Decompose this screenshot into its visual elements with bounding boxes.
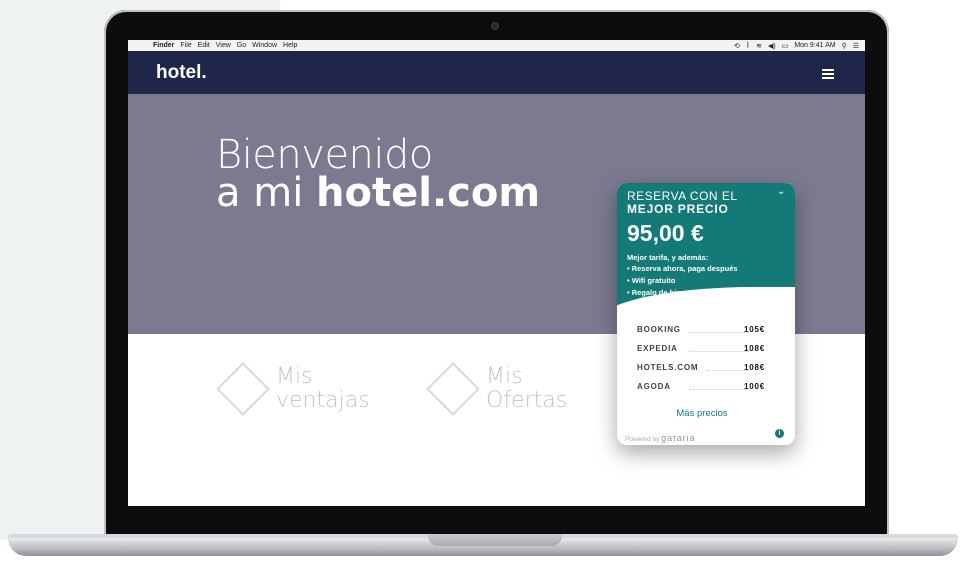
price-comparison-widget: RESERVA CON EL MEJOR PRECIO ⌄ 95,00 € Me…: [617, 183, 795, 445]
menu-edit[interactable]: Edit: [198, 42, 210, 49]
hero-title-bold: hotel.com: [316, 170, 541, 216]
notification-center-icon[interactable]: ☰: [853, 42, 859, 50]
competitor-name: AGODA: [637, 382, 671, 391]
camera-icon: [492, 23, 498, 29]
widget-subtitle: Mejor tarifa, y además:: [627, 253, 709, 262]
feature-ventajas[interactable]: Mis ventajas: [208, 362, 370, 416]
menu-clock[interactable]: Mon 9:41 AM: [794, 42, 835, 49]
competitor-name: HOTELS.COM: [637, 363, 699, 372]
menu-help[interactable]: Help: [283, 42, 297, 49]
dotted-leader: [689, 351, 749, 352]
menu-status-area: ⟲ ᛒ ≋ ◀) ▭ Mon 9:41 AM ⚲ ☰: [734, 42, 859, 50]
feature-label-line1: Mis: [276, 364, 313, 389]
widget-title-line2: MEJOR PRECIO: [627, 202, 729, 216]
competitor-name: BOOKING: [637, 325, 681, 334]
feature-label: Mis ventajas: [276, 365, 370, 413]
best-price: 95,00 €: [627, 220, 704, 246]
hamburger-icon[interactable]: [822, 69, 834, 79]
volume-icon[interactable]: ◀): [768, 42, 776, 50]
competitor-row: HOTELS.COM 108€: [637, 363, 777, 375]
menu-go[interactable]: Go: [237, 42, 246, 49]
competitor-row: BOOKING 105€: [637, 325, 777, 337]
spotlight-icon[interactable]: ⚲: [842, 42, 847, 50]
battery-icon[interactable]: ▭: [782, 42, 789, 50]
powered-by-brand[interactable]: gataria: [661, 433, 696, 443]
laptop-screen: Finder File Edit View Go Window Help ⟲ ᛒ…: [128, 40, 865, 506]
competitor-row: AGODA 100€: [637, 382, 777, 394]
more-prices-link[interactable]: Más precios: [617, 408, 787, 419]
feature-label-line2: ventajas: [276, 388, 370, 413]
competitor-name: EXPEDIA: [637, 344, 678, 353]
info-icon[interactable]: i: [775, 429, 784, 438]
menu-app-name[interactable]: Finder: [153, 42, 174, 49]
dotted-leader: [689, 389, 749, 390]
menu-view[interactable]: View: [216, 42, 231, 49]
site-header: hotel.: [128, 51, 865, 94]
mac-menu-bar: Finder File Edit View Go Window Help ⟲ ᛒ…: [128, 40, 865, 51]
widget-benefit: • Reserva ahora, paga después: [627, 264, 738, 273]
bluetooth-icon[interactable]: ᛒ: [746, 42, 750, 49]
competitor-price: 100€: [744, 382, 765, 391]
competitor-row: EXPEDIA 108€: [637, 344, 777, 356]
menu-file[interactable]: File: [180, 42, 191, 49]
powered-by: Powered by gataria: [625, 433, 696, 443]
hero-title-line2: a mi hotel.com: [216, 170, 540, 216]
chevron-down-icon[interactable]: ⌄: [777, 186, 785, 197]
competitor-price: 108€: [744, 363, 765, 372]
feature-label: Mis Ofertas: [486, 365, 567, 413]
widget-title-line1: RESERVA CON EL: [627, 189, 738, 203]
laptop-notch: [428, 534, 562, 546]
hero-title-prefix: a mi: [216, 170, 317, 216]
feature-ofertas[interactable]: Mis Ofertas: [418, 362, 567, 416]
feature-label-line1: Mis: [486, 364, 523, 389]
time-machine-icon[interactable]: ⟲: [734, 42, 740, 50]
competitor-price: 108€: [744, 344, 765, 353]
diamond-icon: [426, 362, 480, 416]
diamond-icon: [216, 362, 270, 416]
feature-label-line2: Ofertas: [486, 388, 568, 413]
widget-benefit: • Wifi gratuito: [627, 276, 676, 285]
widget-benefit: • Regalo de bienvenida: [627, 288, 709, 297]
menu-window[interactable]: Window: [252, 42, 277, 49]
powered-by-label: Powered by: [625, 436, 660, 443]
site-logo[interactable]: hotel.: [156, 62, 207, 84]
wifi-icon[interactable]: ≋: [756, 42, 762, 50]
competitor-price: 105€: [744, 325, 765, 334]
dotted-leader: [707, 370, 749, 371]
dotted-leader: [689, 332, 749, 333]
